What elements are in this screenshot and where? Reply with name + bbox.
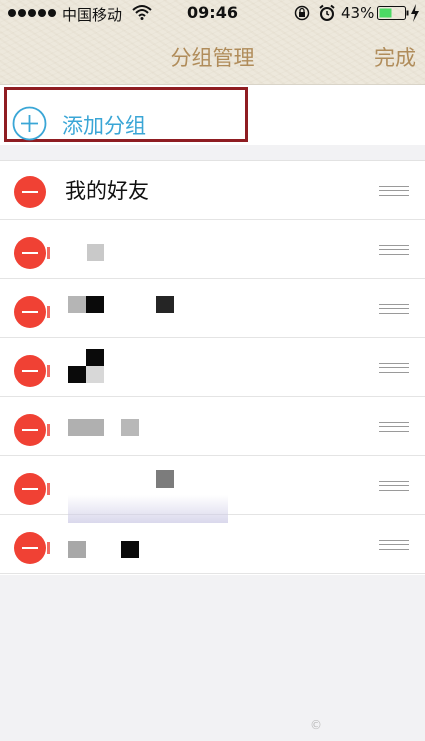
group-name: 我的好友 <box>65 179 149 203</box>
delete-button[interactable] <box>14 176 46 208</box>
header: 中国移动 09:46 43% 分组管理 完成 <box>0 0 425 85</box>
delete-button[interactable] <box>14 355 46 387</box>
redaction-artifact <box>47 483 50 495</box>
drag-handle-icon[interactable] <box>379 481 409 491</box>
charging-bolt-icon <box>411 4 419 22</box>
add-group-button[interactable]: 添加分组 <box>62 110 146 140</box>
drag-handle-icon[interactable] <box>379 363 409 373</box>
group-row[interactable] <box>0 279 425 338</box>
delete-button[interactable] <box>14 296 46 328</box>
drag-handle-icon[interactable] <box>379 540 409 550</box>
group-row[interactable] <box>0 220 425 279</box>
plus-circle-icon[interactable] <box>12 106 47 141</box>
redaction-artifact <box>47 306 50 318</box>
battery-icon <box>377 6 409 20</box>
delete-button[interactable] <box>14 237 46 269</box>
drag-handle-icon[interactable] <box>379 186 409 196</box>
redaction-artifact <box>47 542 50 554</box>
done-button[interactable]: 完成 <box>374 42 416 72</box>
redaction-artifact <box>47 365 50 377</box>
delete-button[interactable] <box>14 532 46 564</box>
watermark: © <box>310 718 322 732</box>
delete-button[interactable] <box>14 473 46 505</box>
group-row[interactable]: 我的好友 <box>0 161 425 220</box>
drag-handle-icon[interactable] <box>379 304 409 314</box>
drag-handle-icon[interactable] <box>379 422 409 432</box>
delete-button[interactable] <box>14 414 46 446</box>
battery-percent: 43% <box>341 4 375 22</box>
rotation-lock-icon <box>294 5 310 21</box>
redaction-artifact <box>47 247 50 259</box>
status-bar: 中国移动 09:46 43% <box>0 0 425 28</box>
drag-handle-icon[interactable] <box>379 245 409 255</box>
redaction-artifact <box>47 424 50 436</box>
group-row[interactable] <box>0 338 425 397</box>
page-title: 分组管理 <box>170 46 255 70</box>
alarm-icon <box>319 4 335 21</box>
group-row[interactable] <box>0 397 425 456</box>
group-row[interactable] <box>0 515 425 574</box>
